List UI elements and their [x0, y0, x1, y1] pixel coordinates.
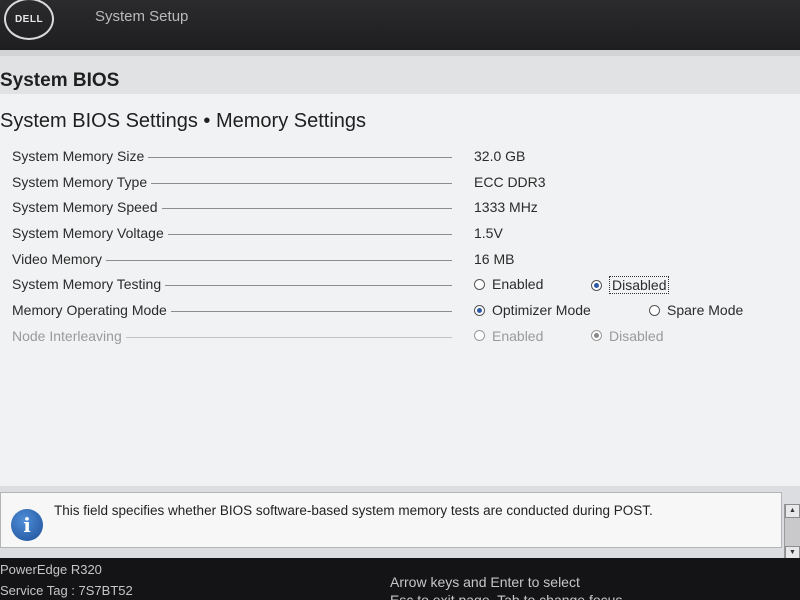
setting-label: System Memory Voltage	[12, 225, 168, 242]
setting-label: System Memory Testing	[12, 276, 166, 293]
setting-label: Memory Operating Mode	[12, 302, 171, 319]
section-title: System BIOS	[0, 70, 120, 91]
help-text: This field specifies whether BIOS softwa…	[54, 503, 653, 518]
footer-bar: PowerEdge R320 Service Tag : 7S7BT52 Arr…	[0, 558, 800, 600]
setting-value: ECC DDR3	[474, 173, 546, 190]
setting-row-operating-mode: Memory Operating Mode Optimizer Mode Spa…	[0, 300, 800, 326]
page-title: System BIOS Settings • Memory Settings	[0, 110, 367, 132]
setting-value: 16 MB	[474, 250, 515, 267]
dell-logo: DELL	[4, 0, 54, 40]
setting-row-memory-voltage[interactable]: System Memory Voltage 1.5V	[0, 223, 800, 249]
option-label: Enabled	[492, 327, 544, 344]
operating-mode-optimizer-radio[interactable]: Optimizer Mode	[474, 302, 591, 318]
setting-label: System Memory Size	[12, 148, 149, 164]
settings-list: System Memory Size 32.0 GB System Memory…	[0, 146, 800, 352]
key-hint-select: Arrow keys and Enter to select	[390, 574, 580, 590]
node-interleaving-disabled-radio: Disabled	[591, 328, 663, 344]
setting-label: Video Memory	[12, 250, 107, 267]
radio-checked-icon	[591, 330, 602, 342]
option-label: Disabled	[609, 327, 664, 344]
setting-value: 1333 MHz	[474, 199, 538, 216]
setting-label: Node Interleaving	[12, 327, 126, 344]
setting-row-memory-size[interactable]: System Memory Size 32.0 GB	[0, 146, 800, 172]
radio-unchecked-icon[interactable]	[474, 278, 485, 290]
setting-row-memory-speed[interactable]: System Memory Speed 1333 MHz	[0, 197, 800, 223]
section-header: System BIOS	[0, 50, 800, 94]
logo-text: DELL	[14, 13, 44, 25]
node-interleaving-enabled-radio: Enabled	[474, 328, 543, 344]
setting-value: 32.0 GB	[474, 148, 526, 164]
info-icon: i	[11, 509, 43, 541]
setting-row-memory-testing: System Memory Testing Enabled Disabled	[0, 274, 800, 300]
radio-unchecked-icon	[474, 330, 485, 342]
option-label: Spare Mode	[667, 302, 744, 319]
setting-row-node-interleaving: Node Interleaving Enabled Disabled	[0, 326, 800, 352]
setting-label: System Memory Speed	[12, 199, 162, 216]
memory-testing-disabled-radio[interactable]: Disabled	[591, 276, 670, 295]
key-hint-exit: Esc to exit page, Tab to change focus	[390, 592, 623, 600]
option-label-focused: Disabled	[609, 276, 670, 295]
system-model: PowerEdge R320	[0, 562, 102, 577]
operating-mode-spare-radio[interactable]: Spare Mode	[649, 302, 743, 318]
memory-testing-enabled-radio[interactable]: Enabled	[474, 276, 543, 292]
top-header-bar: DELL System Setup	[0, 0, 800, 50]
main-panel: System BIOS System BIOS Settings • Memor…	[0, 50, 800, 486]
setting-row-memory-type[interactable]: System Memory Type ECC DDR3	[0, 172, 800, 198]
help-scrollbar[interactable]: ▲ ▼	[784, 504, 800, 562]
help-bar: i This field specifies whether BIOS soft…	[0, 486, 800, 558]
setting-value: 1.5V	[474, 225, 503, 242]
option-label: Enabled	[492, 276, 544, 293]
setting-label: System Memory Type	[12, 173, 152, 190]
radio-checked-icon[interactable]	[591, 279, 602, 291]
radio-unchecked-icon[interactable]	[649, 304, 660, 316]
option-label: Optimizer Mode	[492, 302, 591, 319]
service-tag: Service Tag : 7S7BT52	[0, 583, 133, 598]
help-box: i This field specifies whether BIOS soft…	[0, 492, 782, 548]
app-title: System Setup	[95, 8, 189, 25]
scroll-up-icon[interactable]: ▲	[785, 504, 800, 518]
setting-row-video-memory[interactable]: Video Memory 16 MB	[0, 249, 800, 275]
radio-checked-icon[interactable]	[474, 304, 485, 316]
